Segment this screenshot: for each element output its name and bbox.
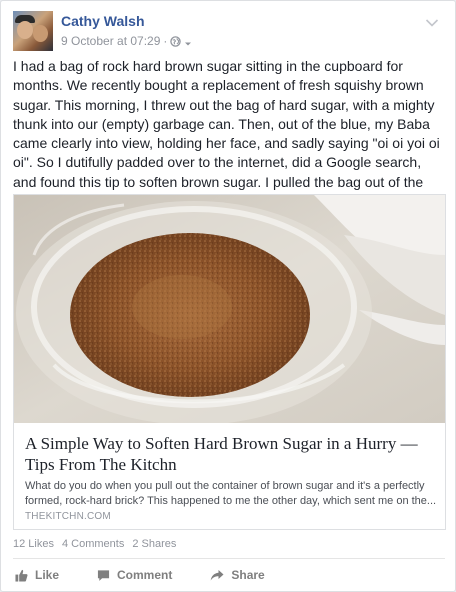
action-bar: Like Comment Share bbox=[13, 564, 445, 586]
avatar-face-shape bbox=[17, 21, 33, 39]
link-title[interactable]: A Simple Way to Soften Hard Brown Sugar … bbox=[25, 433, 437, 475]
share-button[interactable]: Share bbox=[210, 564, 265, 586]
share-label: Share bbox=[231, 568, 265, 582]
shares-count[interactable]: 2 Shares bbox=[132, 538, 176, 550]
caret-down-icon[interactable] bbox=[184, 37, 192, 46]
meta-separator: · bbox=[163, 34, 168, 48]
share-arrow-icon bbox=[211, 569, 224, 580]
post-text: I had a bag of rock hard brown sugar sit… bbox=[13, 58, 440, 209]
comment-button[interactable]: Comment bbox=[97, 564, 172, 586]
link-description: What do you do when you pull out the con… bbox=[25, 480, 437, 507]
like-label: Like bbox=[35, 568, 60, 582]
like-button[interactable]: Like bbox=[15, 564, 59, 586]
globe-icon[interactable] bbox=[170, 35, 182, 47]
post-header: Cathy Walsh 9 October at 07:29 · bbox=[13, 11, 445, 51]
likes-count[interactable]: 12 Likes bbox=[13, 538, 54, 550]
chevron-down-icon[interactable] bbox=[425, 15, 439, 27]
comments-count[interactable]: 4 Comments bbox=[62, 538, 124, 550]
avatar-face-shape bbox=[33, 25, 48, 42]
link-preview-image[interactable] bbox=[14, 195, 445, 423]
avatar[interactable] bbox=[13, 11, 53, 51]
engagement-stats: 12 Likes 4 Comments 2 Shares bbox=[13, 538, 176, 550]
post-card: Cathy Walsh 9 October at 07:29 · I had a… bbox=[0, 0, 456, 592]
link-preview[interactable]: A Simple Way to Soften Hard Brown Sugar … bbox=[13, 194, 446, 530]
comment-icon bbox=[97, 569, 110, 581]
post-meta: 9 October at 07:29 · bbox=[61, 34, 192, 48]
link-domain: THEKITCHN.COM bbox=[25, 511, 111, 522]
comment-label: Comment bbox=[117, 568, 173, 582]
thumbs-up-icon bbox=[15, 569, 28, 582]
divider bbox=[13, 558, 445, 559]
author-name[interactable]: Cathy Walsh bbox=[61, 13, 145, 29]
post-timestamp[interactable]: 9 October at 07:29 bbox=[61, 34, 160, 48]
